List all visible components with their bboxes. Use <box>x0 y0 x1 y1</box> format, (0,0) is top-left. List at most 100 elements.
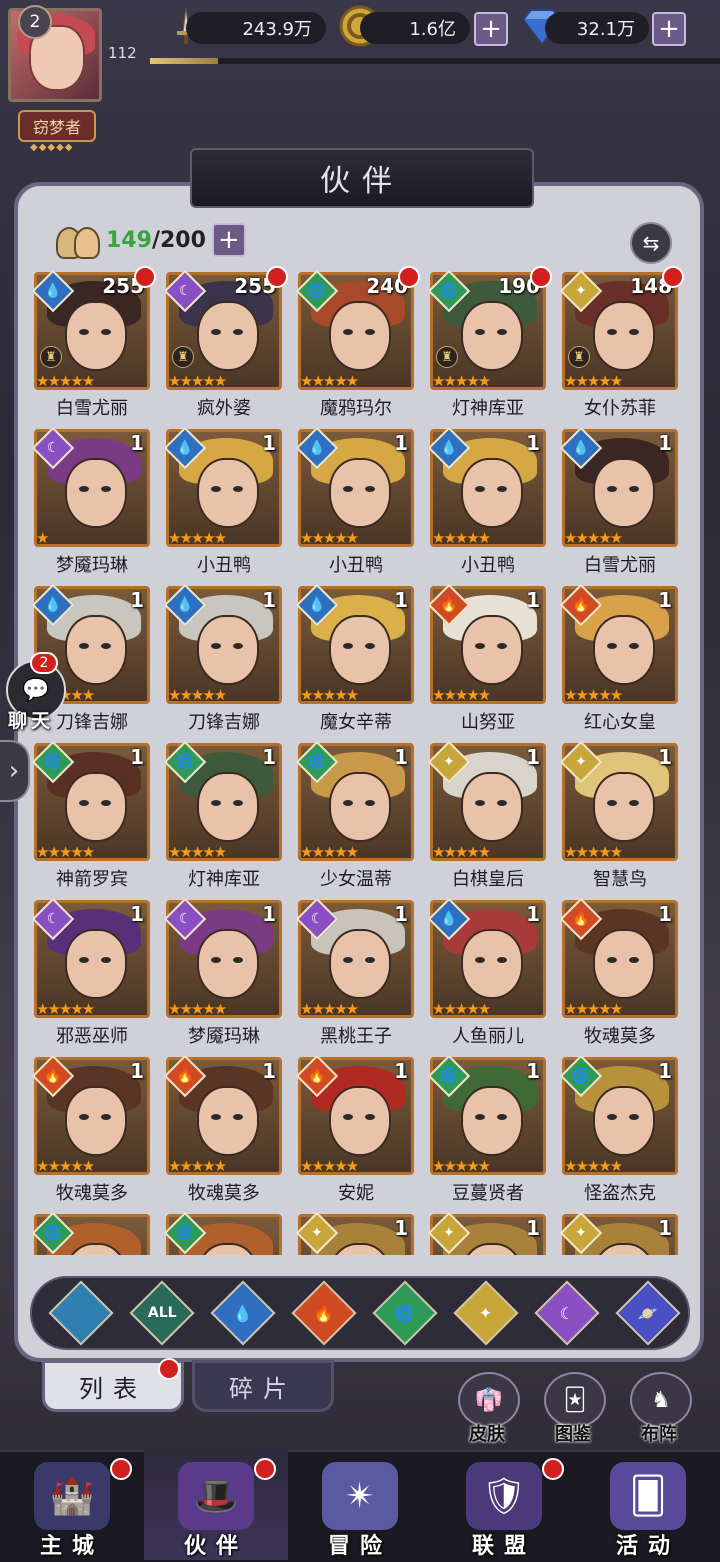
partner-name: 魔鸦玛尔 <box>320 398 392 419</box>
add-diamond-button[interactable]: + <box>652 12 686 46</box>
nav-compass[interactable]: ✴ 冒险 <box>288 1450 432 1560</box>
partner-name: 牧魂莫多 <box>188 1183 260 1204</box>
partner-card[interactable]: 💧 1 ★★★★★ 白雪尤丽 <box>559 426 678 586</box>
partner-card[interactable]: ☾ 255 ♜ ★★★★★ 疯外婆 <box>163 266 288 429</box>
partner-card[interactable]: ☾ 1 ★★★★★ 梦魇玛琳 <box>163 897 282 1057</box>
expand-capacity-button[interactable]: + <box>211 223 246 257</box>
formation-chess-icon: ♜ <box>40 346 62 368</box>
partner-card[interactable]: 💧1★★★★★刀锋吉娜 <box>163 583 282 743</box>
partner-card[interactable]: 💧 255 ♜ ★★★★★ 白雪尤丽 <box>31 266 156 429</box>
partner-card[interactable]: 🌀 1 ★★★★★ 神箭罗宾 <box>31 740 150 900</box>
partner-stars: ★★★★★ <box>432 529 491 547</box>
player-title-badge[interactable]: 窃梦者 <box>18 110 96 142</box>
nav-partner-hat[interactable]: 🎩 伙伴 <box>144 1450 288 1560</box>
partner-card[interactable]: ✦ 1 <box>559 1211 678 1255</box>
partner-eye <box>211 486 221 492</box>
partner-eye <box>607 486 617 492</box>
partner-stars: ★★★★★ <box>564 372 623 390</box>
partner-card[interactable]: 🔥 1 ★★★★★ 牧魂莫多 <box>31 1054 150 1214</box>
partner-level: 1 <box>394 431 408 455</box>
partner-card[interactable]: ✦ 1 ★★★★★ 智慧鸟 <box>559 740 678 900</box>
partner-eye <box>211 957 221 963</box>
partner-stars: ★★★★★ <box>432 843 491 861</box>
tab-shards[interactable]: 碎片 <box>192 1360 334 1412</box>
partner-stars: ★★★★★ <box>564 529 623 547</box>
add-gold-button[interactable]: + <box>474 12 508 46</box>
partner-card[interactable]: 💧 1 ★★★★★ 小丑鸭 <box>427 426 546 586</box>
nav-label: 伙伴 <box>183 1534 248 1559</box>
nav-castle[interactable]: 🏰 主城 <box>0 1450 144 1560</box>
partner-card[interactable]: 💧 1 ★★★★★ 人鱼丽儿 <box>427 897 546 1057</box>
partner-face <box>65 458 127 528</box>
partner-eye <box>629 329 639 335</box>
partner-face <box>65 301 127 371</box>
partner-eye <box>79 643 89 649</box>
partner-card[interactable]: 🌀 1 ★★★★★ 豆蔓贤者 <box>427 1054 546 1214</box>
partner-stars: ★★★★★ <box>300 372 359 390</box>
partner-card[interactable]: 🌀 240 ★★★★★ 魔鸦玛尔 <box>295 266 420 429</box>
partner-name: 白雪尤丽 <box>56 398 128 419</box>
partner-eye <box>629 957 639 963</box>
formation-button[interactable]: ♞ 布阵 <box>624 1372 694 1448</box>
partner-grid-viewport[interactable]: 💧 255 ♜ ★★★★★ 白雪尤丽 ☾ 255 ♜ ★★★★★ 疯外婆 🌀 240 ★★★★★ 魔鸦玛尔… <box>30 265 690 1255</box>
partner-eye <box>211 329 221 335</box>
partner-card[interactable]: 🌀 190 ♜ ★★★★★ 灯神库亚 <box>427 266 552 429</box>
partner-stars: ★★★★★ <box>36 1000 95 1018</box>
partner-face <box>329 615 391 685</box>
partner-card[interactable]: 🌀 1 ★★★★★ 少女温蒂 <box>295 740 414 900</box>
partner-level: 1 <box>394 745 408 769</box>
partner-card[interactable]: ☾ 1 ★ 梦魇玛琳 <box>31 426 150 586</box>
partner-face <box>197 929 259 999</box>
partner-eye <box>211 1114 221 1120</box>
partner-stars: ★★★★★ <box>564 1000 623 1018</box>
partner-card[interactable]: 🔥 1 ★★★★★ 山努亚 <box>427 583 546 743</box>
partner-stars: ★★★★★ <box>168 529 227 547</box>
partner-eye <box>79 329 89 335</box>
partner-card[interactable]: ✦ 1 ★★★★★ 白棋皇后 <box>427 740 546 900</box>
partner-face <box>65 772 127 842</box>
partner-face <box>329 929 391 999</box>
partner-eye <box>79 486 89 492</box>
partner-card[interactable]: ✦ 148 ♜ ★★★★★ 女仆苏菲 <box>559 266 684 429</box>
partner-stars: ★★★★★ <box>168 686 227 704</box>
nav-notification-dot <box>254 1458 276 1480</box>
partner-level: 1 <box>130 431 144 455</box>
partner-card[interactable]: ☾ 1 ★★★★★ 邪恶巫师 <box>31 897 150 1057</box>
partner-name: 魔女辛蒂 <box>320 712 392 733</box>
partner-card[interactable]: ✦ 1 <box>427 1211 546 1255</box>
partner-level: 1 <box>658 745 672 769</box>
partner-face <box>65 929 127 999</box>
partner-name: 人鱼丽儿 <box>452 1026 524 1047</box>
nav-shield[interactable]: 🛡 联盟 <box>432 1450 576 1560</box>
partner-card[interactable]: ☾ 1 ★★★★★ 黑桃王子 <box>295 897 414 1057</box>
partner-card[interactable]: 🔥 1 ★★★★★ 红心女皇 <box>559 583 678 743</box>
side-panel-expand-arrow[interactable]: › <box>0 740 30 802</box>
castle-icon: 🏰 <box>34 1462 110 1530</box>
partner-card[interactable]: 🌀 1 ★★★★★ 灯神库亚 <box>163 740 282 900</box>
partner-face <box>329 458 391 528</box>
partner-eye <box>475 957 485 963</box>
partner-card[interactable]: 🌀 <box>163 1211 282 1255</box>
partner-stars: ★★★★★ <box>564 843 623 861</box>
codex-button[interactable]: 🃏 图鉴 <box>538 1372 608 1448</box>
partner-card[interactable]: ✦ 1 <box>295 1211 414 1255</box>
partner-level: 1 <box>658 431 672 455</box>
partner-card[interactable]: 💧 1 ★★★★★ 小丑鸭 <box>295 426 414 586</box>
partner-card[interactable]: 💧 1 ★★★★★ 小丑鸭 <box>163 426 282 586</box>
skin-button[interactable]: 👘 皮肤 <box>452 1372 522 1448</box>
partner-eye <box>475 329 485 335</box>
sort-toggle-button[interactable]: ⇆ <box>630 222 672 264</box>
notification-dot <box>662 266 684 288</box>
partner-card[interactable]: 🌀 <box>31 1211 150 1255</box>
nav-cards[interactable]: 🂠 活动 <box>576 1450 720 1560</box>
partner-stars: ★★★★★ <box>432 372 491 390</box>
partner-card[interactable]: 💧 1 ★★★★★ 魔女辛蒂 <box>295 583 414 743</box>
partner-card[interactable]: 🌀 1 ★★★★★ 怪盗杰克 <box>559 1054 678 1214</box>
partner-face <box>197 1086 259 1156</box>
partner-stars: ★★★★★ <box>432 686 491 704</box>
partner-card[interactable]: 🔥 1 ★★★★★ 牧魂莫多 <box>163 1054 282 1214</box>
partner-hat-icon: 🎩 <box>178 1462 254 1530</box>
partner-card[interactable]: 🔥 1 ★★★★★ 安妮 <box>295 1054 414 1214</box>
partner-name: 牧魂莫多 <box>584 1026 656 1047</box>
partner-card[interactable]: 🔥 1 ★★★★★ 牧魂莫多 <box>559 897 678 1057</box>
